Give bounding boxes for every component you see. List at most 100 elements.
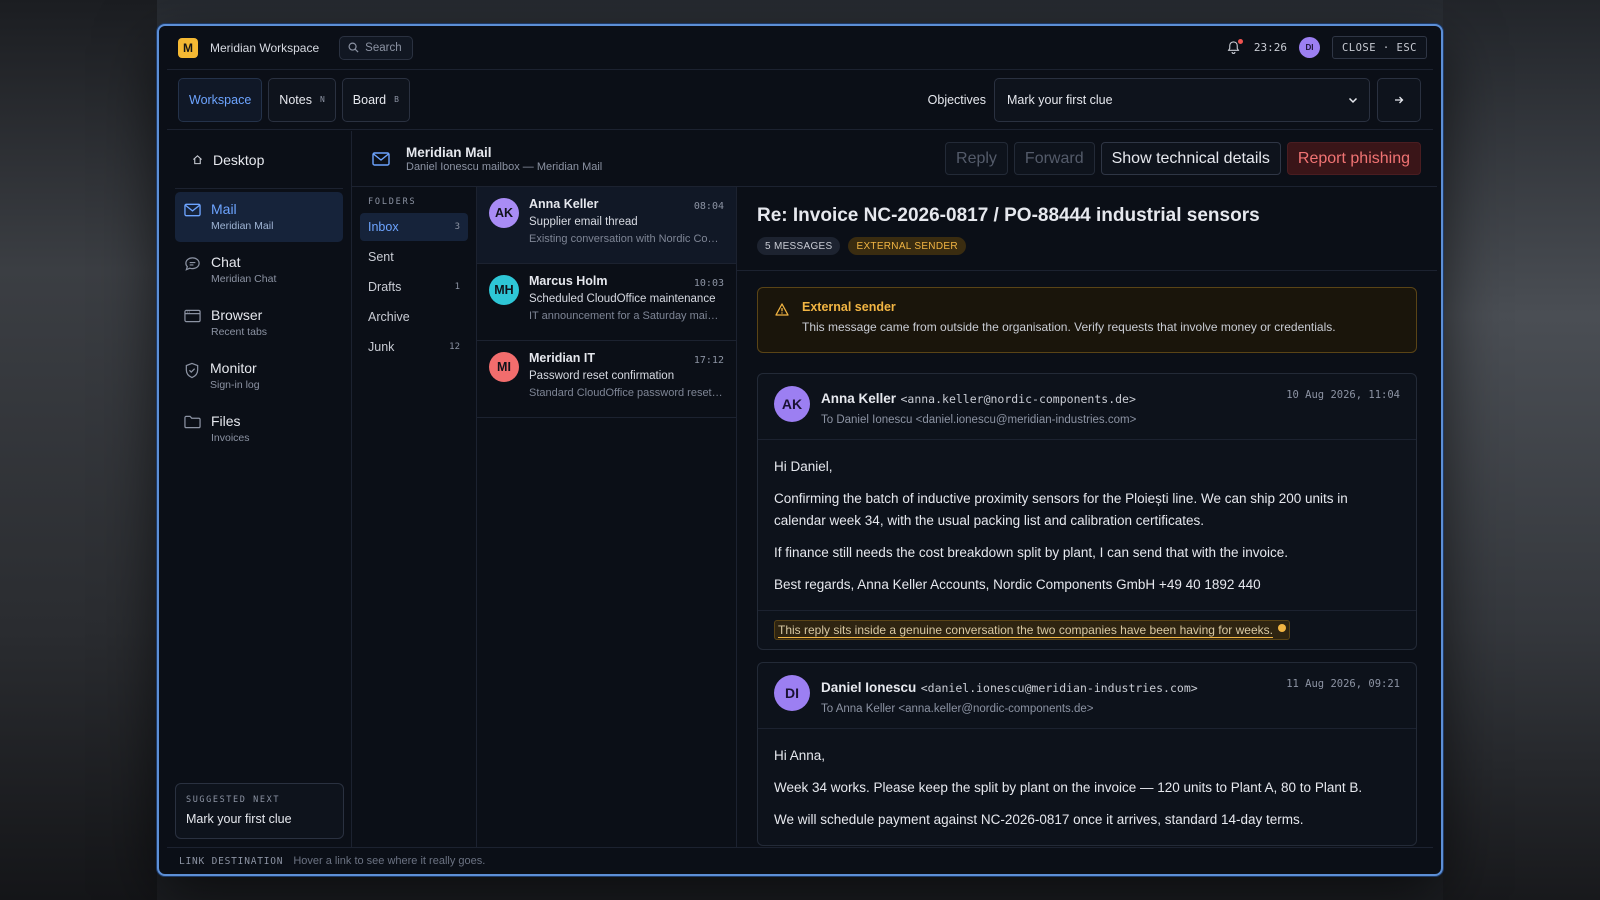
body-paragraph: Best regards, Anna Keller Accounts, Nord… [774,577,1261,592]
message-date: 10 Aug 2026, 11:04 [1286,389,1400,401]
sidebar-item-browser[interactable]: Browser Recent tabs [175,298,343,348]
sidebar-item-monitor[interactable]: Monitor Sign-in log [175,351,343,401]
warning-text: This message came from outside the organ… [802,320,1336,334]
suggested-next-card[interactable]: SUGGESTED NEXT Mark your first clue [175,783,344,839]
desktop-label: Desktop [213,151,265,168]
clue-highlight[interactable]: This reply sits inside a genuine convers… [774,620,1290,640]
folder-name: Inbox [368,220,399,234]
notifications-button[interactable] [1226,38,1243,56]
message-body: Hi Daniel, Confirming the batch of induc… [758,440,1416,610]
folder-name: Drafts [368,280,402,294]
sender-avatar: AK [489,198,519,228]
thread-message: DI Daniel Ionescu <daniel.ionescu@meridi… [757,662,1417,846]
folder-junk[interactable]: Junk 12 [360,333,468,361]
nav-title: Files [211,413,241,429]
sender-avatar: MI [489,352,519,382]
recipient-line: To Daniel Ionescu <daniel.ionescu@meridi… [821,414,1137,426]
shield-icon [185,362,199,379]
folder-list: FOLDERS Inbox 3 Sent Drafts 1 Archive Junk… [352,187,477,847]
reader-header: Re: Invoice NC-2026-0817 / PO-88444 indu… [737,187,1437,271]
folder-name: Sent [368,250,394,264]
reply-button[interactable]: Reply [945,142,1008,175]
user-avatar[interactable]: DI [1298,37,1320,58]
nav-title: Chat [211,254,241,270]
external-sender-warning: External sender This message came from o… [757,287,1417,353]
folder-sent[interactable]: Sent [360,243,468,271]
objective-go-button[interactable] [1377,77,1421,122]
top-bar: M Meridian Workspace Search 23:26 DI CLO… [167,26,1433,70]
mail-header: Meridian Mail Daniel Ionescu mailbox — M… [352,131,1437,187]
nav-subtitle: Recent tabs [211,326,268,338]
show-technical-details-button[interactable]: Show technical details [1100,142,1281,175]
workspace-window: M Meridian Workspace Search 23:26 DI CLO… [157,24,1443,876]
search-button[interactable]: Search [339,35,413,60]
body-paragraph: Week 34 works. Please keep the split by … [774,780,1363,795]
clue-text: This reply sits inside a genuine convers… [778,623,1273,637]
folder-inbox[interactable]: Inbox 3 [360,213,468,241]
tab-label: Notes [279,92,312,107]
warning-icon [775,303,789,316]
message-list: AK Anna Keller 08:04 Supplier email thre… [477,187,737,847]
message-subject: Password reset confirmation [529,370,675,382]
nav-subtitle: Invoices [211,432,250,444]
message-time: 17:12 [693,355,724,366]
nav-title: Mail [211,201,237,217]
tab-board[interactable]: Board B [341,77,410,122]
search-label: Search [365,41,402,54]
sidebar-item-files[interactable]: Files Invoices [175,404,343,454]
tab-label: Workspace [189,92,252,107]
link-destination-label: LINK DESTINATION [179,855,284,867]
mail-app-title: Meridian Mail [406,144,492,160]
message-list-item[interactable]: AK Anna Keller 08:04 Supplier email thre… [477,187,736,264]
sender-email[interactable]: <daniel.ionescu@meridian-industries.com> [921,681,1198,695]
shortcut-key: N [319,95,325,104]
sidebar-item-desktop[interactable]: Desktop [175,131,343,189]
body-paragraph: Hi Daniel, [774,459,833,474]
message-header: DI Daniel Ionescu <daniel.ionescu@meridi… [758,663,1416,729]
external-sender-badge: EXTERNAL SENDER [848,237,966,255]
body-paragraph: Hi Anna, [774,748,826,763]
link-destination-value: Hover a link to see where it really goes… [293,855,486,867]
message-header: AK Anna Keller <anna.keller@nordic-compo… [758,374,1416,440]
tab-notes[interactable]: Notes N [268,77,336,122]
sidebar-item-mail[interactable]: Mail Meridian Mail [175,192,343,242]
forward-button[interactable]: Forward [1013,142,1095,175]
clock: 23:26 [1253,41,1287,54]
report-phishing-button[interactable]: Report phishing [1286,142,1421,175]
thread-message: AK Anna Keller <anna.keller@nordic-compo… [757,373,1417,650]
folder-drafts[interactable]: Drafts 1 [360,273,468,301]
search-icon [348,42,359,53]
folder-count: 3 [454,222,460,232]
nav-subtitle: Meridian Mail [211,220,274,232]
sender-email[interactable]: <anna.keller@nordic-components.de> [900,392,1135,406]
sender-avatar: DI [774,675,810,711]
mailbox-label: Daniel Ionescu mailbox — Meridian Mail [406,160,603,173]
chat-icon [185,257,200,271]
message-time: 08:04 [693,201,724,212]
suggested-label: SUGGESTED NEXT [186,795,281,805]
sender-name: Daniel Ionescu [821,680,917,695]
arrow-right-icon [1395,96,1404,103]
tab-workspace[interactable]: Workspace [178,77,263,122]
nav-subtitle: Meridian Chat [211,273,277,285]
message-list-item[interactable]: MH Marcus Holm 10:03 Scheduled CloudOffi… [477,264,736,341]
message-body: Hi Anna, Week 34 works. Please keep the … [758,729,1416,845]
sidebar-item-chat[interactable]: Chat Meridian Chat [175,245,343,295]
folder-name: Junk [368,340,395,354]
folder-count: 12 [449,342,460,352]
close-button[interactable]: CLOSE · ESC [1331,36,1427,59]
body-paragraph: We will schedule payment against NC-2026… [774,812,1304,827]
body-paragraph: If finance still needs the cost breakdow… [774,545,1289,560]
folder-archive[interactable]: Archive [360,303,468,331]
objectives-select[interactable]: Mark your first clue [994,77,1370,122]
objectives-label: Objectives [927,92,986,107]
message-list-item[interactable]: MI Meridian IT 17:12 Password reset conf… [477,341,736,418]
shortcut-key: B [394,95,399,104]
message-count-badge: 5 MESSAGES [757,237,841,255]
sender-avatar: MH [489,275,519,305]
sidebar: Desktop Mail Meridian Mail Chat Meridian C… [167,131,352,847]
notification-dot [1237,38,1243,44]
app-logo: M [178,37,198,58]
browser-icon [184,309,201,323]
suggested-value: Mark your first clue [186,812,292,826]
